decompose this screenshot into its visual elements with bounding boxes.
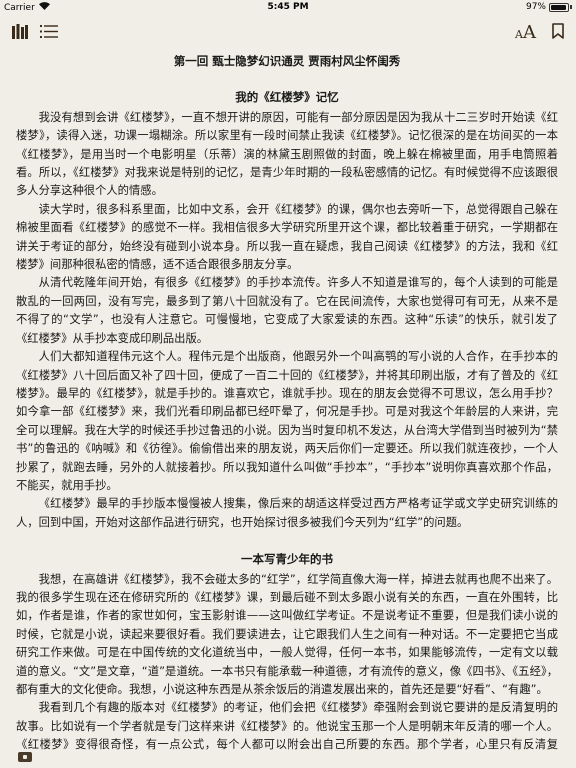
- battery-fill: [551, 4, 567, 10]
- status-time: 5:45 PM: [267, 2, 309, 12]
- chapter-title: 第一回 甄士隐梦幻识通灵 贾雨村风尘怀闺秀: [173, 54, 401, 68]
- section-title: 我的《红楼梦》记忆: [235, 90, 339, 105]
- page-indicator-dot: [23, 755, 27, 759]
- paragraph: 《红楼梦》最早的手抄版本慢慢被人搜集，像后来的胡适这样受过西方严格考证学或文学史…: [16, 497, 558, 529]
- battery-tip: [570, 5, 572, 9]
- reader-content[interactable]: 第一回 甄士隐梦幻识通灵 贾雨村风尘怀闺秀 我的《红楼梦》记忆 我没有想到会讲《…: [16, 50, 558, 750]
- font-small-label: A: [515, 28, 523, 41]
- paragraph: 读大学时，很多科系里面，比如中文系，会开《红楼梦》的课，偶尔也去旁听一下，总觉得…: [16, 202, 558, 272]
- battery-percent: 97%: [525, 2, 546, 12]
- reader-toolbar: AA: [0, 16, 576, 48]
- library-icon[interactable]: [12, 24, 28, 43]
- list-icon[interactable]: [40, 24, 58, 43]
- paragraph: 我看到几个有趣的版本对《红楼梦》的考证，他们会把《红楼梦》牵强附会到说它要讲的是…: [16, 701, 558, 750]
- font-size-button[interactable]: AA: [515, 22, 536, 43]
- bookmark-icon[interactable]: [552, 23, 564, 43]
- font-large-label: A: [523, 22, 536, 43]
- paragraph: 我想，在高雄讲《红楼梦》，我不会碰太多的“红学”，红学简直像大海一样，掉进去就再…: [16, 572, 558, 696]
- paragraph: 人们大都知道程伟元这个人。程伟元是个出版商，他跟另外一个叫高鹗的写小说的人合作，…: [16, 350, 558, 492]
- page-indicator-icon[interactable]: [18, 752, 32, 762]
- battery-icon: [549, 2, 569, 12]
- paragraph: 我没有想到会讲《红楼梦》，一直不想开讲的原因，可能有一部分原因是因为我从十二三岁…: [16, 110, 558, 198]
- status-bar: Carrier 5:45 PM 97%: [0, 0, 576, 16]
- section-title: 一本写青少年的书: [241, 552, 333, 567]
- status-right: 97%: [526, 2, 572, 12]
- paragraph: 从清代乾隆年间开始，有很多《红楼梦》的手抄本流传。许多人不知道是谁写的，每个人读…: [16, 276, 558, 345]
